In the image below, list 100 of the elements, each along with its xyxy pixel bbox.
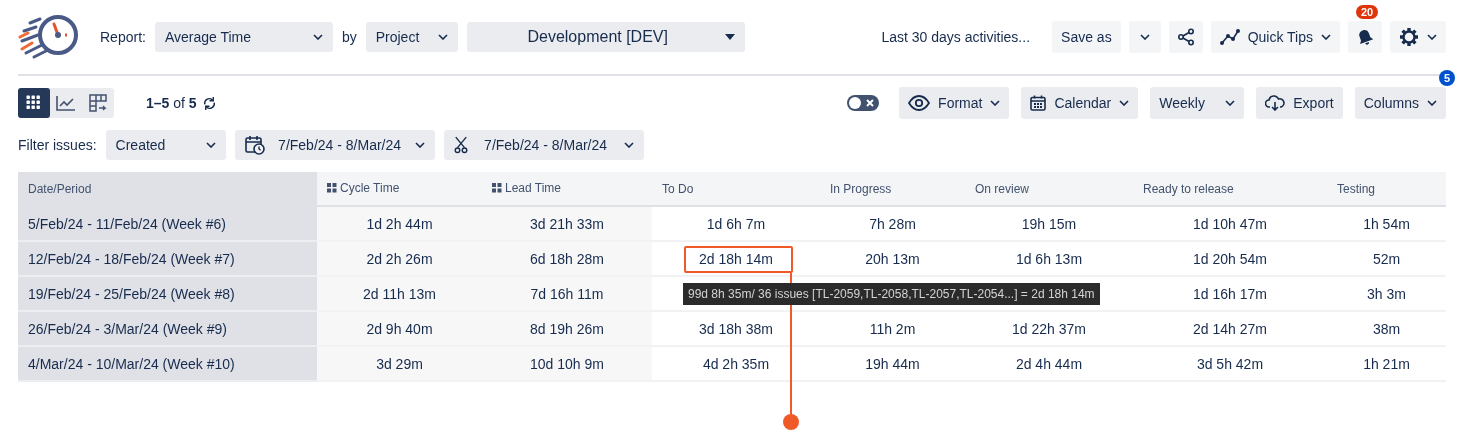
chevron-down-icon — [414, 142, 425, 148]
time-cell: 10d 10h 9m — [530, 355, 604, 372]
chevron-down-icon — [1427, 34, 1437, 40]
period-cell: 26/Feb/24 - 3/Mar/24 (Week #9) — [28, 320, 227, 337]
share-button[interactable] — [1168, 21, 1203, 53]
by-label: by — [341, 29, 357, 45]
filter-field-dropdown[interactable]: Created — [105, 130, 226, 160]
column-header: In Progress — [830, 181, 892, 196]
eye-icon — [908, 95, 931, 111]
period-cell: 5/Feb/24 - 11/Feb/24 (Week #6) — [28, 215, 226, 232]
interval-dropdown[interactable]: Weekly — [1150, 87, 1245, 119]
time-cell: 2d 2h 26m — [366, 250, 433, 267]
chevron-down-icon — [437, 34, 448, 40]
column-header: Cycle Time — [327, 181, 400, 195]
time-cell: 1h 54m — [1363, 215, 1410, 232]
resolved-range-dropdown[interactable]: 7/Feb/24 - 8/Mar/24 — [443, 130, 644, 160]
export-button[interactable]: Export — [1256, 87, 1343, 119]
time-cell: 1d 10h 47m — [1193, 215, 1267, 232]
calendar-icon — [1030, 95, 1047, 111]
column-header: To Do — [662, 181, 694, 196]
time-cell: 11h 2m — [869, 320, 916, 337]
time-cell: 6d 18h 28m — [530, 250, 604, 267]
chevron-down-icon — [1225, 100, 1236, 106]
time-cell: 7h 28m — [869, 215, 916, 232]
save-as-button[interactable]: Save as — [1052, 21, 1121, 53]
scissors-icon — [453, 136, 468, 154]
chevron-down-icon — [312, 34, 323, 40]
grid-view-button[interactable] — [18, 88, 50, 118]
time-cell: 1d 22h 37m — [1012, 320, 1086, 337]
filter-label: Filter issues: — [18, 137, 97, 153]
toggle-switch[interactable] — [847, 95, 880, 111]
chevron-down-icon — [623, 142, 634, 148]
caret-icon — [724, 34, 735, 40]
time-cell: 8d 19h 26m — [530, 320, 604, 337]
chevron-down-icon — [990, 100, 1001, 106]
columns-dropdown[interactable]: Columns — [1354, 87, 1446, 119]
time-cell: 19h 15m — [1021, 215, 1077, 232]
time-cell: 2d 18h 14m — [699, 250, 773, 267]
time-cell: 7d 16h 11m — [530, 285, 604, 302]
chevron-down-icon — [205, 142, 216, 148]
time-cell: 3d 29m — [376, 355, 423, 372]
pagination-text: 1–5 of 5 — [146, 95, 197, 111]
chevron-down-icon — [1139, 34, 1150, 40]
project-selector[interactable]: Development [DEV] — [466, 22, 745, 52]
grid-icon — [26, 95, 42, 111]
date-range-dropdown[interactable]: 7/Feb/24 - 8/Mar/24 — [234, 130, 435, 160]
time-cell: 1d 20h 54m — [1193, 250, 1267, 267]
time-cell: 2d 9h 40m — [366, 320, 433, 337]
time-cell: 1d 6h 13m — [1015, 250, 1083, 267]
time-cell: 1d 16h 17m — [1193, 285, 1267, 302]
time-cell: 3d 21h 33m — [530, 215, 604, 232]
saved-filter-label[interactable]: Last 30 days activities... — [881, 29, 1031, 45]
cloud-download-icon — [1265, 95, 1286, 111]
period-cell: 12/Feb/24 - 18/Feb/24 (Week #7) — [28, 250, 235, 267]
tooltip: 99d 8h 35m/ 36 issues [TL-2059,TL-2058,TL-2057,TL-2054...] = 2d 18h 14m — [683, 283, 1100, 305]
grid-icon — [492, 183, 502, 193]
period-cell: 4/Mar/24 - 10/Mar/24 (Week #10) — [28, 355, 235, 372]
time-cell: 4d 2h 35m — [702, 355, 770, 372]
format-dropdown[interactable]: Format — [899, 87, 1010, 119]
save-options-button[interactable] — [1128, 21, 1161, 53]
pointer-dot — [783, 414, 799, 430]
time-cell: 1h 21m — [1363, 355, 1410, 372]
time-cell: 2d 14h 27m — [1193, 320, 1267, 337]
cross-icon — [866, 99, 875, 107]
time-cell: 3d 18h 38m — [699, 320, 773, 337]
refresh-icon[interactable] — [201, 95, 217, 111]
line-chart-icon — [1219, 29, 1240, 45]
column-header: On review — [975, 181, 1030, 196]
column-header: Testing — [1337, 181, 1376, 196]
time-cell: 38m — [1372, 320, 1401, 337]
columns-count-badge: 5 — [1439, 70, 1455, 86]
chevron-down-icon — [1427, 100, 1437, 106]
notification-badge: 20 — [1356, 5, 1379, 19]
time-cell: 19h 44m — [865, 355, 920, 372]
quick-tips-button[interactable]: Quick Tips — [1210, 21, 1340, 53]
chevron-down-icon — [1119, 100, 1130, 106]
time-cell: 2d 11h 13m — [363, 285, 436, 302]
line-chart-icon — [56, 95, 76, 111]
calendar-clock-icon — [244, 135, 265, 155]
period-cell: 19/Feb/24 - 25/Feb/24 (Week #8) — [28, 285, 235, 302]
time-cell: 52m — [1372, 250, 1401, 267]
time-cell: 1d 2h 44m — [366, 215, 433, 232]
time-cell: 3d 5h 42m — [1196, 355, 1264, 372]
settings-icon — [1399, 27, 1419, 47]
column-header: Date/Period — [28, 181, 92, 196]
notifications-button[interactable] — [1348, 21, 1382, 53]
report-dropdown[interactable]: Average Time — [154, 22, 333, 52]
group-by-dropdown[interactable]: Project — [365, 22, 458, 52]
calendar-dropdown[interactable]: Calendar — [1021, 87, 1139, 119]
pivot-table-icon — [89, 94, 107, 112]
time-cell: 2d 4h 44m — [1015, 355, 1083, 372]
time-cell: 3h 3m — [1367, 285, 1406, 302]
time-cell: 1d 6h 7m — [706, 215, 766, 232]
column-header: Ready to release — [1143, 181, 1234, 196]
chevron-down-icon — [1321, 34, 1331, 40]
report-label: Report: — [100, 29, 146, 45]
bell-icon — [1356, 28, 1374, 46]
time-cell: 20h 13m — [865, 250, 920, 267]
settings-button[interactable] — [1390, 21, 1446, 53]
grid-icon — [327, 183, 337, 193]
